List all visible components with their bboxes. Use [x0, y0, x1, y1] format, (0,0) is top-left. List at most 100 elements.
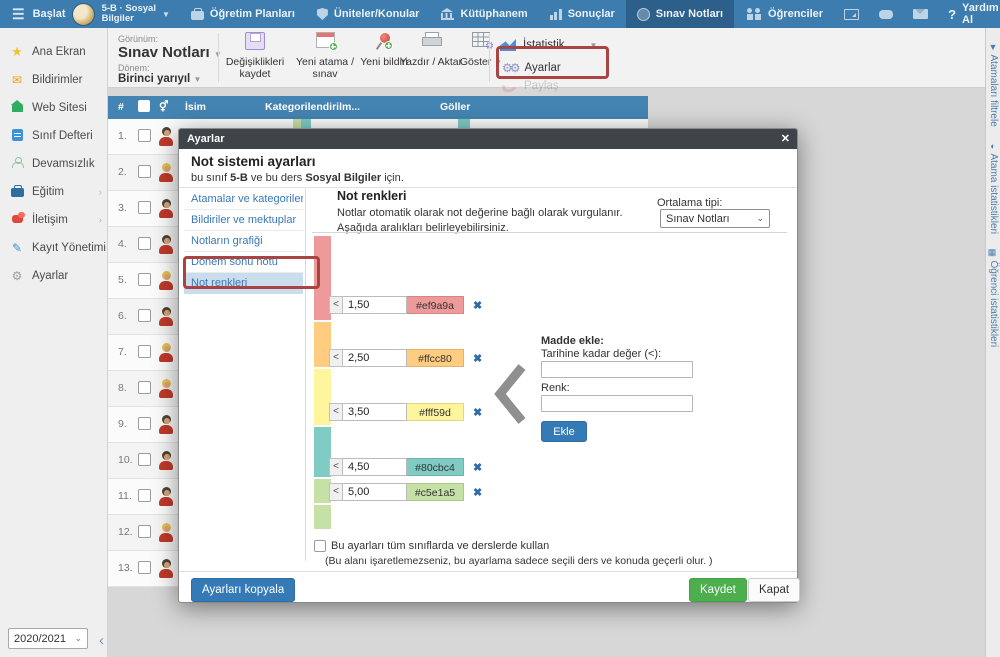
- view-label: Görünüm:: [118, 34, 159, 44]
- nav-item-sonuclar[interactable]: Sonuçlar: [539, 0, 626, 28]
- color-hex-box[interactable]: #ef9a9a: [407, 296, 464, 314]
- col-header-goller[interactable]: Göller: [440, 101, 470, 113]
- class-selector[interactable]: 5-B · Sosyal Bilgiler: [102, 4, 156, 24]
- modal-nav-atamalar[interactable]: Atamalar ve kategoriler: [184, 189, 303, 210]
- row-checkbox[interactable]: [138, 309, 151, 322]
- row-checkbox[interactable]: [138, 273, 151, 286]
- row-checkbox[interactable]: [138, 561, 151, 574]
- row-checkbox[interactable]: [138, 345, 151, 358]
- color-hex-box[interactable]: #fff59d: [407, 403, 464, 421]
- select-all-checkbox[interactable]: [138, 100, 150, 112]
- filter-assignments-tab[interactable]: ▼ Atamaları filtrele: [988, 42, 999, 127]
- app-logo[interactable]: [71, 2, 95, 26]
- modal-nav-donem-sonu[interactable]: Dönem sonu notu: [184, 252, 303, 273]
- grade-color-row: < 3,50 #fff59d ✖: [329, 403, 482, 421]
- sidebar-item-kayit-yonetimi[interactable]: ✎ Kayıt Yönetimi: [0, 234, 107, 262]
- color-hex-box[interactable]: #c5e1a5: [407, 483, 464, 501]
- apply-all-checkbox[interactable]: [314, 540, 326, 552]
- student-avatar[interactable]: [158, 235, 174, 254]
- col-header-gender[interactable]: ⚥: [159, 101, 168, 113]
- student-avatar[interactable]: [158, 307, 174, 326]
- new-assignment-button[interactable]: Yeni atama / sınav: [292, 32, 358, 80]
- student-avatar[interactable]: [158, 199, 174, 218]
- row-checkbox[interactable]: [138, 381, 151, 394]
- student-avatar[interactable]: [158, 523, 174, 542]
- student-avatar[interactable]: [158, 451, 174, 470]
- view-dropdown[interactable]: Sınav Notları ▼: [118, 44, 222, 61]
- col-header-category[interactable]: Kategorilendirilm...: [265, 101, 360, 113]
- sidebar-item-ana-ekran[interactable]: ★ Ana Ekran: [0, 38, 107, 66]
- sidebar-item-sinif-defteri[interactable]: Sınıf Defteri: [0, 122, 107, 150]
- start-menu[interactable]: ☰ Başlat: [0, 6, 66, 23]
- nav-item-kutuphanem[interactable]: Kütüphanem: [430, 0, 538, 28]
- help-button[interactable]: ? Yardım Al: [938, 2, 1000, 26]
- close-button[interactable]: Kapat: [748, 578, 801, 602]
- row-checkbox[interactable]: [138, 525, 151, 538]
- row-checkbox[interactable]: [138, 129, 151, 142]
- col-header-name[interactable]: İsim: [185, 101, 206, 113]
- sidebar-collapse-arrow[interactable]: ‹: [99, 632, 104, 649]
- threshold-input[interactable]: 5,00: [343, 483, 407, 501]
- nav-item-uniteler-konular[interactable]: Üniteler/Konular: [306, 0, 431, 28]
- hamburger-icon[interactable]: ☰: [12, 6, 25, 23]
- color-hex-box[interactable]: #ffcc80: [407, 349, 464, 367]
- nav-item-ogretim-planlari[interactable]: Öğretim Planları: [180, 0, 306, 28]
- chat-button[interactable]: [869, 0, 903, 28]
- threshold-input[interactable]: 2,50: [343, 349, 407, 367]
- sidebar-item-devamsizlik[interactable]: Devamsızlık: [0, 150, 107, 178]
- modal-titlebar[interactable]: Ayarlar ✕: [179, 129, 797, 149]
- sidebar-item-iletisim[interactable]: İletişim ›: [0, 206, 107, 234]
- save-changes-button[interactable]: Değişiklikleri kaydet: [222, 32, 288, 80]
- row-checkbox[interactable]: [138, 489, 151, 502]
- sidebar-item-ayarlar[interactable]: ⚙ Ayarlar: [0, 262, 107, 290]
- student-avatar[interactable]: [158, 559, 174, 578]
- statistics-menu-item[interactable]: İstatistik ▼: [500, 39, 597, 51]
- row-checkbox[interactable]: [138, 417, 151, 430]
- student-avatar[interactable]: [158, 415, 174, 434]
- close-icon[interactable]: ✕: [781, 129, 790, 149]
- delete-icon[interactable]: ✖: [473, 461, 482, 474]
- student-avatar[interactable]: [158, 163, 174, 182]
- add-button[interactable]: Ekle: [541, 421, 587, 442]
- assignment-stats-tab[interactable]: ◐ Atama istatistikleri: [988, 141, 999, 234]
- color-hex-box[interactable]: #80cbc4: [407, 458, 464, 476]
- student-stats-tab[interactable]: ▦ Öğrenci istatistikleri: [988, 248, 999, 347]
- student-avatar[interactable]: [158, 343, 174, 362]
- threshold-input[interactable]: 4,50: [343, 458, 407, 476]
- modal-nav-notlarin-grafigi[interactable]: Notların grafiği: [184, 231, 303, 252]
- term-dropdown[interactable]: Birinci yarıyıl ▼: [118, 73, 222, 85]
- delete-icon[interactable]: ✖: [473, 299, 482, 312]
- row-checkbox[interactable]: [138, 165, 151, 178]
- student-avatar[interactable]: [158, 487, 174, 506]
- threshold-value-input[interactable]: [541, 361, 693, 378]
- average-type-select[interactable]: Sınav Notları ⌄: [660, 209, 770, 228]
- delete-icon[interactable]: ✖: [473, 486, 482, 499]
- row-checkbox[interactable]: [138, 201, 151, 214]
- threshold-input[interactable]: 3,50: [343, 403, 407, 421]
- student-avatar[interactable]: [158, 127, 174, 146]
- share-menu-item[interactable]: Paylaş: [500, 78, 559, 94]
- row-checkbox[interactable]: [138, 453, 151, 466]
- modal-nav-bildiriler[interactable]: Bildiriler ve mektuplar: [184, 210, 303, 231]
- sidebar-item-egitim[interactable]: Eğitim ›: [0, 178, 107, 206]
- color-value-input[interactable]: [541, 395, 693, 412]
- present-button[interactable]: [834, 0, 869, 28]
- mail-button[interactable]: [903, 0, 938, 28]
- nav-item-sinav-notlari[interactable]: Sınav Notları: [625, 0, 735, 28]
- save-button[interactable]: Kaydet: [689, 578, 747, 602]
- row-checkbox[interactable]: [138, 237, 151, 250]
- chevron-down-icon[interactable]: ▼: [162, 10, 170, 19]
- threshold-input[interactable]: 1,50: [343, 296, 407, 314]
- student-avatar[interactable]: [158, 271, 174, 290]
- delete-icon[interactable]: ✖: [473, 406, 482, 419]
- school-year-select[interactable]: 2020/2021 ⌄: [8, 628, 88, 649]
- modal-nav-not-renkleri[interactable]: Not renkleri: [184, 273, 303, 294]
- sidebar-item-bildirimler[interactable]: ✉ Bildirimler: [0, 66, 107, 94]
- student-avatar[interactable]: [158, 379, 174, 398]
- delete-icon[interactable]: ✖: [473, 352, 482, 365]
- sidebar-item-web-sitesi[interactable]: Web Sitesi: [0, 94, 107, 122]
- copy-settings-button[interactable]: Ayarları kopyala: [191, 578, 296, 602]
- nav-item-ogrenciler[interactable]: Öğrenciler: [734, 0, 834, 28]
- col-header-num[interactable]: #: [118, 101, 124, 113]
- settings-menu-item[interactable]: ⚙⚙ Ayarlar: [502, 61, 561, 75]
